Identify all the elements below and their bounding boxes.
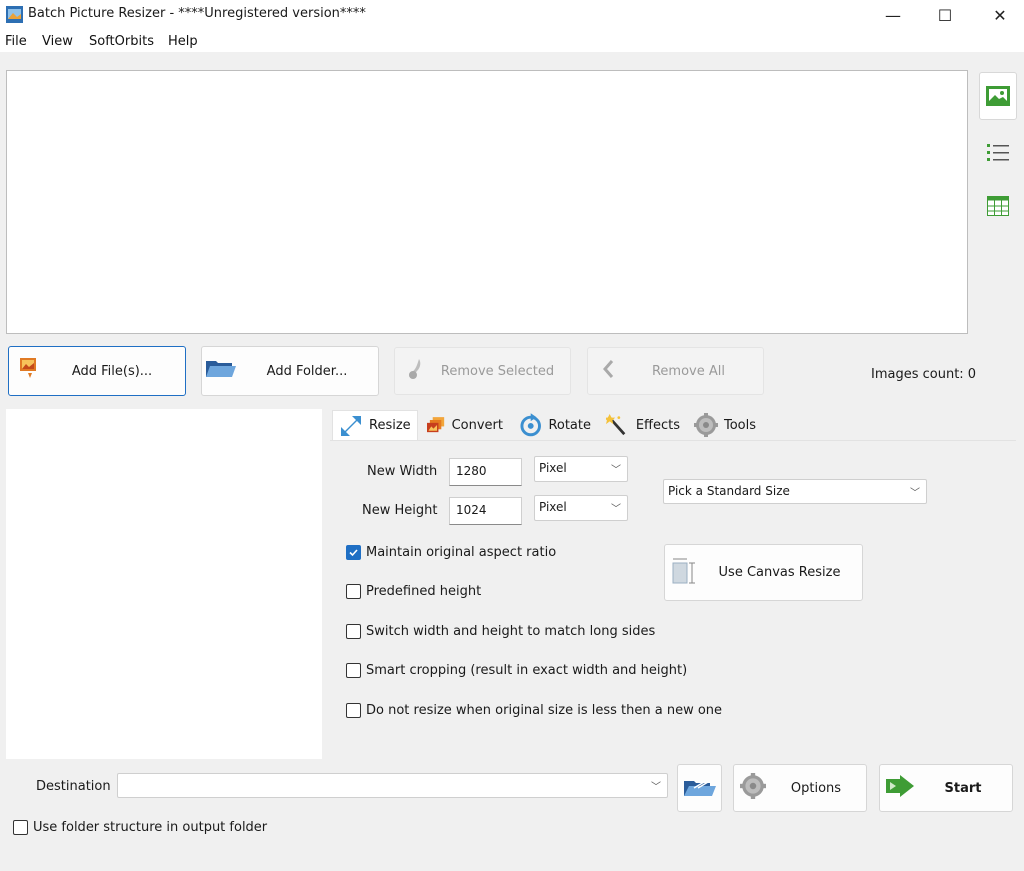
- thumbnail-view-button[interactable]: [979, 72, 1017, 120]
- width-unit-select[interactable]: Pixel ﹀: [534, 456, 628, 482]
- checkbox[interactable]: [346, 624, 361, 639]
- remove-all-button[interactable]: Remove All: [587, 347, 764, 395]
- tab-rotate[interactable]: Rotate: [513, 410, 597, 440]
- list-view-button[interactable]: [979, 128, 1017, 176]
- images-count: Images count: 0: [871, 367, 977, 382]
- checkmark-icon: [349, 549, 358, 557]
- folder-icon: [683, 781, 716, 796]
- options-button[interactable]: Options: [733, 764, 867, 812]
- gear-icon: [694, 413, 718, 437]
- add-folder-button[interactable]: Add Folder...: [201, 346, 379, 396]
- new-height-label: New Height: [362, 503, 438, 518]
- menu-help[interactable]: Help: [168, 34, 198, 49]
- new-width-input[interactable]: 1280: [449, 458, 522, 486]
- minimize-button[interactable]: —: [870, 0, 916, 30]
- checkbox[interactable]: [346, 663, 361, 678]
- add-files-button[interactable]: Add File(s)...: [8, 346, 186, 396]
- window-title: Batch Picture Resizer - ****Unregistered…: [28, 6, 366, 21]
- height-unit-select[interactable]: Pixel ﹀: [534, 495, 628, 521]
- do-not-resize-checkbox[interactable]: Do not resize when original size is less…: [346, 703, 722, 718]
- checkbox[interactable]: [346, 584, 361, 599]
- add-image-icon: [19, 358, 39, 384]
- checkbox-checked[interactable]: [346, 545, 361, 560]
- magic-wand-icon: [606, 414, 626, 436]
- chevron-down-icon: ﹀: [651, 782, 661, 793]
- maintain-aspect-ratio-checkbox[interactable]: Maintain original aspect ratio: [346, 545, 556, 560]
- destination-select[interactable]: ﹀: [117, 773, 668, 798]
- rotate-icon: [520, 413, 541, 437]
- new-width-label: New Width: [367, 464, 438, 479]
- remove-selected-icon: [407, 358, 425, 384]
- maximize-button[interactable]: ☐: [922, 0, 968, 30]
- gear-icon: [740, 773, 766, 803]
- list-icon: [987, 144, 1009, 161]
- canvas-resize-icon: [671, 557, 697, 589]
- convert-icon: [427, 417, 445, 433]
- standard-size-select[interactable]: Pick a Standard Size ﹀: [663, 479, 927, 504]
- destination-label: Destination: [36, 779, 111, 794]
- menu-file[interactable]: File: [5, 34, 27, 49]
- tab-resize[interactable]: Resize: [332, 410, 418, 440]
- browse-folder-button[interactable]: [677, 764, 722, 812]
- tab-tools[interactable]: Tools: [688, 410, 764, 440]
- close-button[interactable]: ✕: [977, 0, 1023, 30]
- use-canvas-resize-button[interactable]: Use Canvas Resize: [664, 544, 863, 601]
- resize-icon: [341, 415, 361, 436]
- new-height-input[interactable]: 1024: [449, 497, 522, 525]
- chevron-down-icon: ﹀: [611, 465, 621, 476]
- folder-icon: [206, 359, 236, 383]
- start-button[interactable]: Start: [879, 764, 1013, 812]
- table-view-button[interactable]: [979, 182, 1017, 230]
- checkbox[interactable]: [13, 820, 28, 835]
- table-icon: [987, 196, 1009, 216]
- remove-selected-button[interactable]: Remove Selected: [394, 347, 571, 395]
- image-list-area[interactable]: [6, 70, 968, 334]
- tab-strip-divider: [330, 440, 1016, 441]
- menu-softorbits[interactable]: SoftOrbits: [89, 34, 154, 49]
- use-folder-structure-checkbox[interactable]: Use folder structure in output folder: [13, 820, 267, 835]
- predefined-height-checkbox[interactable]: Predefined height: [346, 584, 481, 599]
- chevron-down-icon: ﹀: [910, 488, 920, 499]
- switch-width-height-checkbox[interactable]: Switch width and height to match long si…: [346, 624, 655, 639]
- menu-view[interactable]: View: [42, 34, 73, 49]
- chevron-down-icon: ﹀: [611, 504, 621, 515]
- smart-cropping-checkbox[interactable]: Smart cropping (result in exact width an…: [346, 663, 687, 678]
- app-icon: [6, 6, 23, 23]
- picture-icon: [986, 86, 1010, 106]
- checkbox[interactable]: [346, 703, 361, 718]
- preview-panel: [6, 409, 322, 759]
- chevron-left-icon: [602, 359, 614, 383]
- tab-convert[interactable]: Convert: [421, 410, 509, 440]
- tab-effects[interactable]: Effects: [600, 410, 686, 440]
- start-arrow-icon: [886, 775, 914, 801]
